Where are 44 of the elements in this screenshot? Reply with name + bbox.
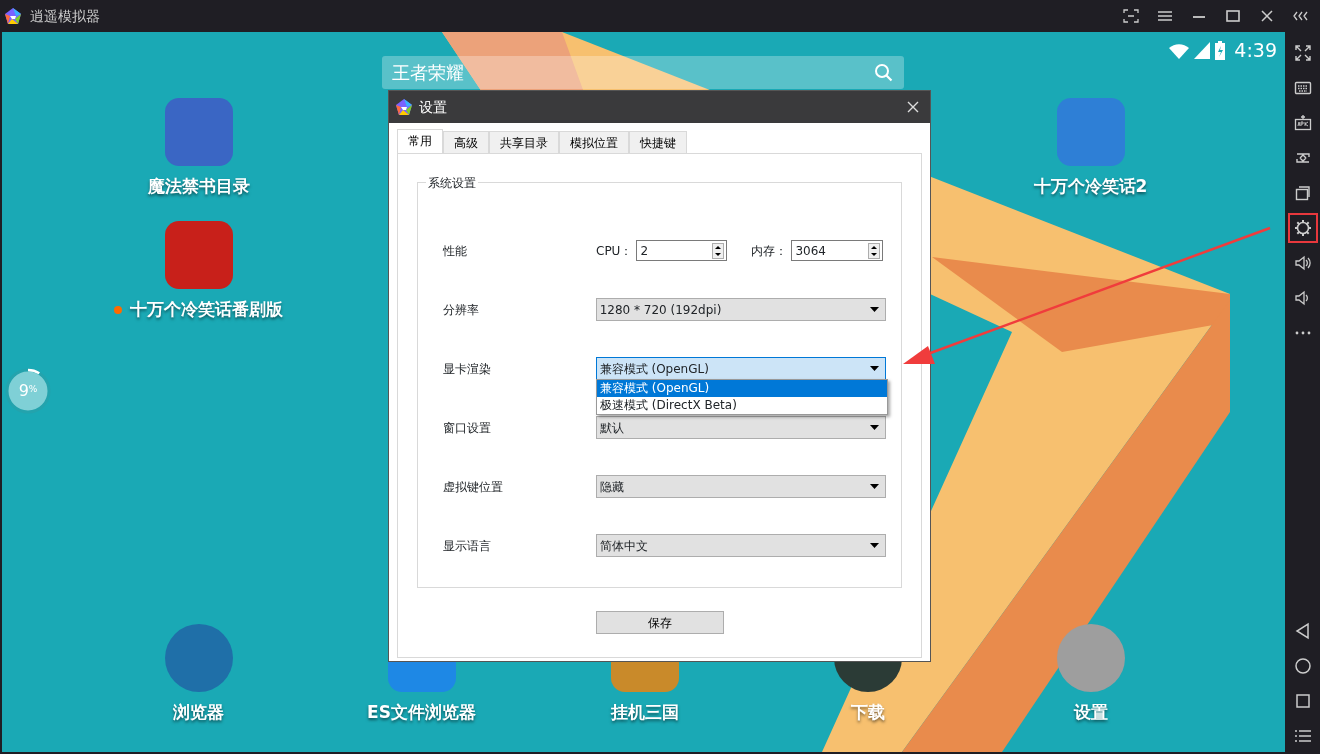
dropdown[interactable]: 兼容模式 (OpenGL) — [595, 357, 886, 380]
setting-label: 显卡渲染 — [443, 360, 492, 378]
number-field[interactable]: 2 — [636, 240, 728, 261]
close-icon[interactable] — [907, 101, 919, 113]
dialog-title: 设置 — [419, 97, 447, 117]
dropdown[interactable]: 隐藏 — [595, 475, 886, 498]
screenshot-icon[interactable] — [1121, 7, 1141, 25]
setting-label: 分辨率 — [443, 301, 480, 319]
signal-icon — [1194, 41, 1211, 60]
dropdown-arrow-icon — [870, 543, 879, 548]
maximize-icon[interactable] — [1223, 7, 1243, 25]
progress-reading: 9$^{%}$ — [18, 383, 38, 399]
dropdown[interactable]: 默认 — [595, 416, 886, 439]
status-time: 4:39 — [1234, 38, 1277, 63]
wifi-icon — [1168, 41, 1191, 60]
dropdown-arrow-icon — [870, 425, 879, 430]
field-label: 内存： — [751, 242, 788, 260]
tab[interactable]: 快捷键 — [629, 131, 687, 153]
save-button[interactable]: 保存 — [595, 611, 724, 634]
setting-label: 窗口设置 — [443, 419, 492, 437]
setting-label: 显示语言 — [443, 537, 492, 555]
dropdown-option[interactable]: 兼容模式 (OpenGL) — [597, 380, 887, 397]
tab[interactable]: 模拟位置 — [559, 131, 629, 153]
app-logo-icon — [395, 98, 413, 116]
spinner-icon[interactable] — [868, 242, 881, 259]
app-logo-icon — [4, 7, 22, 25]
tab[interactable]: 常用 — [397, 129, 443, 153]
group-title: 系统设置 — [426, 174, 478, 192]
dropdown-arrow-icon — [870, 307, 879, 312]
window-title: 逍遥模拟器 — [30, 6, 100, 26]
setting-label: 性能 — [443, 242, 468, 260]
dropdown-arrow-icon — [870, 366, 879, 371]
settings-icon[interactable] — [1289, 215, 1316, 241]
spinner-icon[interactable] — [712, 242, 725, 259]
setting-label: 虚拟键位置 — [443, 478, 504, 496]
battery-icon — [1214, 40, 1227, 61]
field-label: CPU： — [596, 242, 633, 260]
dropdown-arrow-icon — [870, 484, 879, 489]
tab[interactable]: 共享目录 — [489, 131, 559, 153]
dropdown[interactable]: 1280 * 720 (192dpi) — [595, 298, 886, 321]
dropdown-option[interactable]: 极速模式 (DirectX Beta) — [597, 397, 887, 414]
tab[interactable]: 高级 — [443, 131, 489, 153]
dropdown[interactable]: 简体中文 — [595, 534, 886, 557]
number-field[interactable]: 3064 — [791, 240, 884, 261]
